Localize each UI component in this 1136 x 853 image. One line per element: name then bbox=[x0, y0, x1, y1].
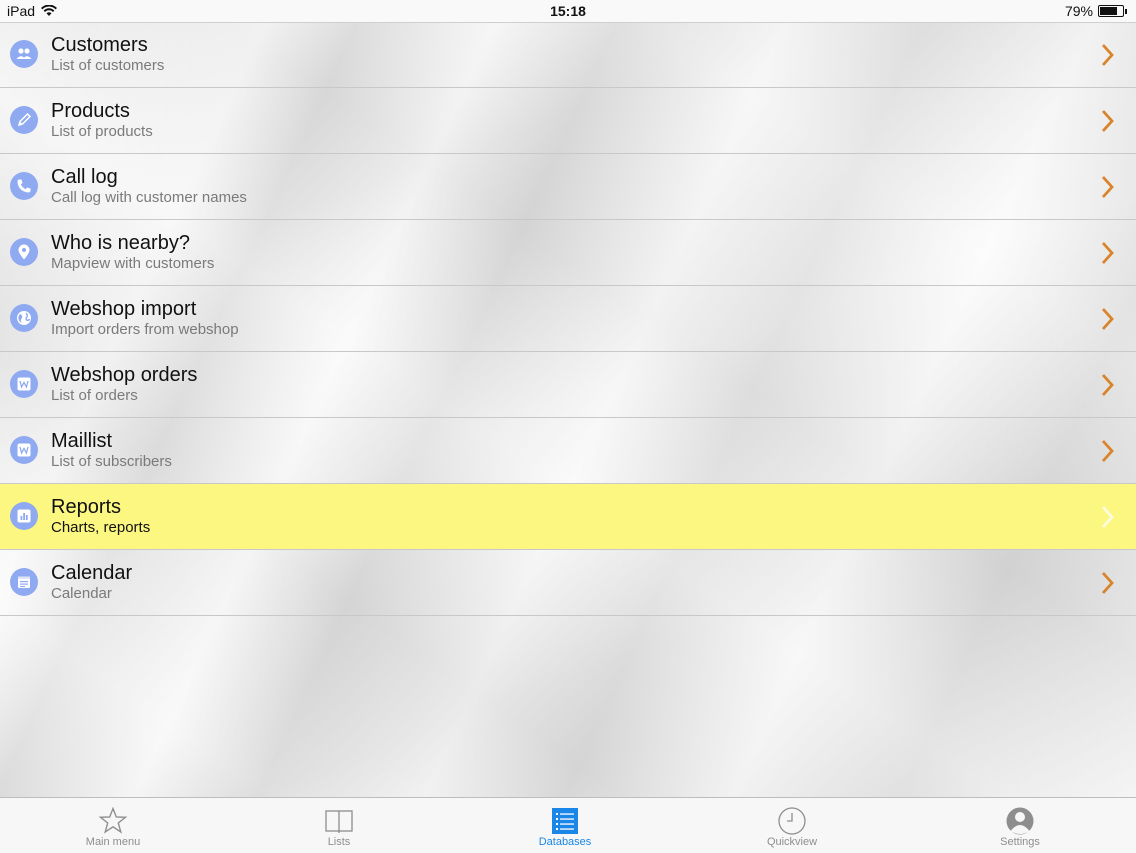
menu-item-subtitle: Import orders from webshop bbox=[51, 321, 239, 338]
battery-icon bbox=[1098, 5, 1124, 17]
tab-quickview[interactable]: Quickview bbox=[712, 798, 872, 853]
tab-databases[interactable]: Databases bbox=[485, 798, 645, 853]
database-menu-list: Customers List of customers Products Lis… bbox=[0, 22, 1136, 616]
tab-settings[interactable]: Settings bbox=[940, 798, 1100, 853]
clock-icon bbox=[778, 807, 806, 835]
menu-item-title: Customers bbox=[51, 34, 148, 56]
people-icon bbox=[10, 40, 38, 68]
chevron-right-icon bbox=[1101, 374, 1114, 396]
globe-icon bbox=[10, 304, 38, 332]
battery-tip bbox=[1125, 8, 1127, 14]
phone-icon bbox=[10, 172, 38, 200]
location-pin-icon bbox=[10, 238, 38, 266]
menu-item-subtitle: Call log with customer names bbox=[51, 189, 247, 206]
battery-fill bbox=[1100, 7, 1117, 15]
menu-item-subtitle: Calendar bbox=[51, 585, 112, 602]
tab-label: Databases bbox=[538, 836, 592, 848]
menu-item-webshop-import[interactable]: Webshop import Import orders from websho… bbox=[0, 286, 1136, 352]
tab-label: Quickview bbox=[766, 836, 818, 848]
menu-item-maillist[interactable]: Maillist List of subscribers bbox=[0, 418, 1136, 484]
status-right: 79% bbox=[1065, 3, 1127, 19]
person-icon bbox=[1006, 807, 1034, 835]
tab-lists[interactable]: Lists bbox=[259, 798, 419, 853]
bar-chart-icon bbox=[10, 502, 38, 530]
menu-item-who-is-nearby[interactable]: Who is nearby? Mapview with customers bbox=[0, 220, 1136, 286]
tab-bar: Main menu Lists Databases Quickview Sett… bbox=[0, 797, 1136, 853]
chevron-right-icon bbox=[1101, 572, 1114, 594]
chevron-right-icon bbox=[1101, 44, 1114, 66]
menu-item-subtitle: List of customers bbox=[51, 57, 165, 74]
list-icon bbox=[552, 808, 578, 834]
menu-item-title: Who is nearby? bbox=[51, 232, 190, 254]
menu-item-subtitle: List of subscribers bbox=[51, 453, 172, 470]
menu-item-title: Products bbox=[51, 100, 130, 122]
menu-item-subtitle: List of products bbox=[51, 123, 153, 140]
pencil-icon bbox=[10, 106, 38, 134]
chevron-right-icon bbox=[1101, 506, 1114, 528]
tab-label: Settings bbox=[1000, 836, 1040, 848]
menu-item-title: Calendar bbox=[51, 562, 133, 584]
menu-item-title: Webshop orders bbox=[51, 364, 198, 386]
menu-item-title: Webshop import bbox=[51, 298, 197, 320]
menu-item-subtitle: List of orders bbox=[51, 387, 138, 404]
tab-label: Main menu bbox=[85, 836, 141, 848]
menu-item-calendar[interactable]: Calendar Calendar bbox=[0, 550, 1136, 616]
menu-item-call-log[interactable]: Call log Call log with customer names bbox=[0, 154, 1136, 220]
calendar-icon bbox=[10, 568, 38, 596]
star-icon bbox=[98, 806, 128, 834]
book-icon bbox=[325, 810, 353, 833]
menu-item-products[interactable]: Products List of products bbox=[0, 88, 1136, 154]
chevron-right-icon bbox=[1101, 242, 1114, 264]
tab-label: Lists bbox=[327, 836, 351, 848]
status-bar: iPad 15:18 79% bbox=[0, 0, 1136, 23]
chevron-right-icon bbox=[1101, 110, 1114, 132]
clock-time: 15:18 bbox=[550, 3, 586, 19]
chevron-right-icon bbox=[1101, 308, 1114, 330]
menu-item-customers[interactable]: Customers List of customers bbox=[0, 22, 1136, 88]
menu-item-reports[interactable]: Reports Charts, reports bbox=[0, 484, 1136, 550]
w-badge-icon bbox=[10, 436, 38, 464]
menu-item-title: Reports bbox=[51, 496, 122, 518]
battery-percent: 79% bbox=[1064, 3, 1093, 19]
w-badge-icon bbox=[10, 370, 38, 398]
menu-item-title: Call log bbox=[51, 166, 118, 188]
tab-main-menu[interactable]: Main menu bbox=[33, 798, 193, 853]
menu-item-subtitle: Charts, reports bbox=[51, 519, 151, 536]
menu-item-title: Maillist bbox=[51, 430, 113, 452]
chevron-right-icon bbox=[1101, 176, 1114, 198]
menu-item-subtitle: Mapview with customers bbox=[51, 255, 215, 272]
chevron-right-icon bbox=[1101, 440, 1114, 462]
menu-item-webshop-orders[interactable]: Webshop orders List of orders bbox=[0, 352, 1136, 418]
